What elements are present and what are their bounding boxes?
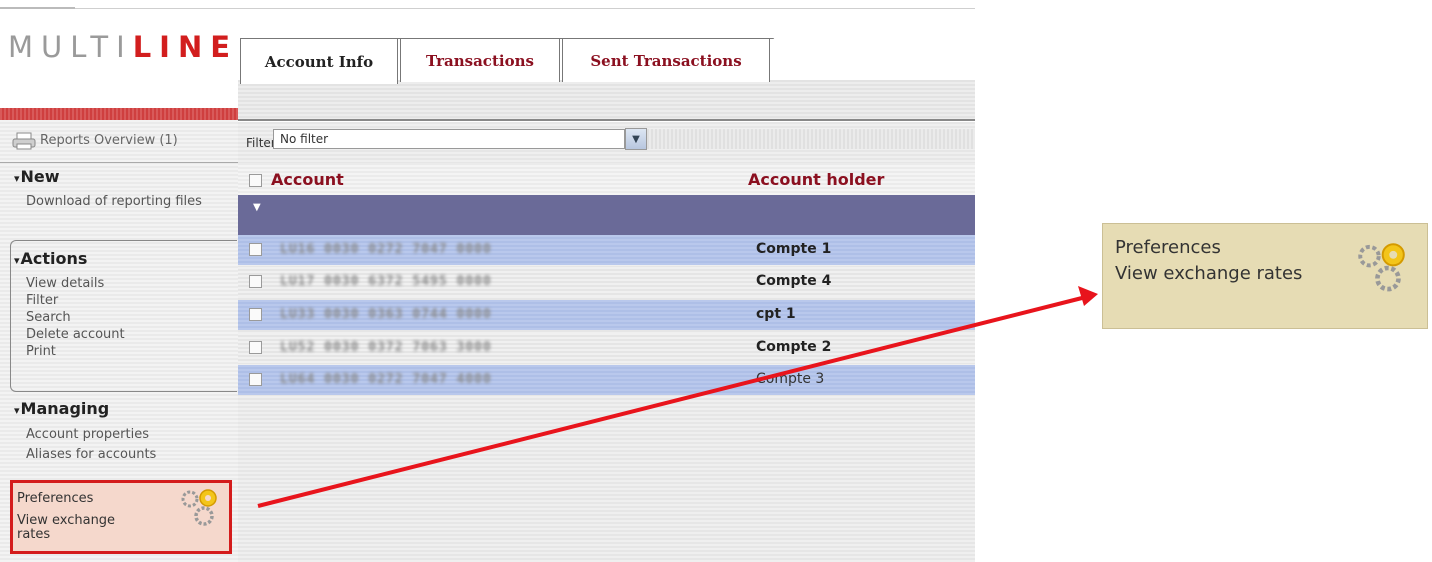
annotation-arrow xyxy=(257,286,1098,508)
tab-account-info[interactable]: Account Info xyxy=(240,38,398,84)
